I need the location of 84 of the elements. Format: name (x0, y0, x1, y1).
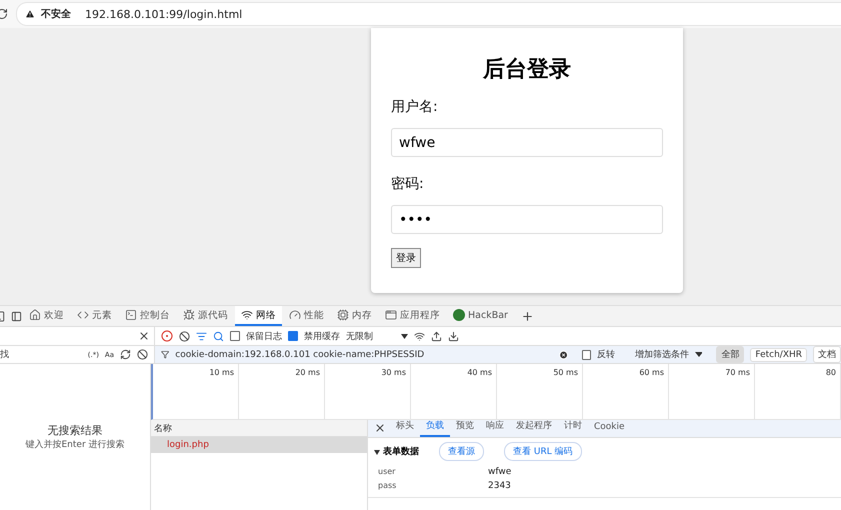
gauge-icon (289, 309, 301, 321)
wifi-settings-icon[interactable] (414, 330, 425, 342)
timeline-tick: 50 ms (553, 368, 578, 377)
timeline-tick: 30 ms (381, 368, 406, 377)
detail-tab[interactable]: 发起程序 (510, 416, 558, 437)
devtools-tab[interactable]: 网络 (235, 306, 282, 326)
caret-icon[interactable] (695, 352, 702, 357)
view-button[interactable]: 查看源 (439, 442, 484, 461)
view-button[interactable]: 查看 URL 编码 (504, 442, 582, 461)
type-filter-chip[interactable]: 文档 (813, 346, 841, 363)
add-icon[interactable] (520, 310, 534, 322)
checkbox[interactable] (288, 331, 298, 341)
checkbox[interactable] (582, 350, 592, 360)
record-icon[interactable] (161, 330, 173, 342)
column-header: 名称 (154, 422, 172, 434)
code-icon (77, 309, 89, 321)
login-title: 后台登录 (483, 56, 571, 84)
home-icon (29, 309, 41, 321)
detail-tab[interactable]: 负载 (420, 416, 450, 437)
timeline-tick: 80 (826, 368, 836, 377)
devtools-tab[interactable]: 欢迎 (23, 306, 70, 326)
filter-field[interactable]: cookie-domain:192.168.0.101 cookie-name:PHPSESSID (175, 350, 553, 360)
clear-icon[interactable] (179, 330, 190, 342)
detail-tab[interactable]: Cookie (588, 419, 631, 437)
checkbox-label: 禁用缓存 (304, 330, 340, 342)
detail-tab[interactable]: 响应 (480, 416, 510, 437)
type-filter-chip[interactable]: Fetch/XHR (750, 348, 808, 362)
refresh-icon[interactable] (120, 349, 131, 360)
filter-icon (161, 350, 170, 359)
login-button[interactable]: 登录 (391, 248, 421, 268)
upload-icon[interactable] (431, 330, 442, 342)
form-key: pass (378, 481, 488, 491)
devtools-tab[interactable]: 源代码 (177, 306, 234, 326)
detail-tab[interactable]: 计时 (558, 416, 588, 437)
checkbox[interactable] (230, 331, 240, 341)
form-value: wfwe (488, 467, 512, 477)
checkbox-label: 反转 (597, 348, 616, 361)
form-key: user (378, 467, 488, 477)
detail-tab[interactable]: 预览 (450, 416, 480, 437)
throttling-select[interactable]: 无限制 (346, 330, 373, 342)
search-icon[interactable] (213, 330, 224, 342)
url-text: 192.168.0.101:99/login.html (85, 8, 242, 20)
field-label: 用户名: (391, 98, 439, 116)
devtools-tab[interactable]: 元素 (71, 306, 118, 326)
timeline-tick: 10 ms (209, 368, 234, 377)
close-icon[interactable] (374, 422, 386, 434)
empty-title: 无搜索结果 (48, 423, 102, 438)
caret-icon[interactable] (401, 334, 408, 338)
caret-icon (374, 448, 380, 454)
devtools-tab[interactable]: HackBar (447, 306, 514, 326)
clear-filter-icon[interactable] (558, 350, 568, 360)
security-label: 不安全 (41, 7, 71, 21)
devtools-tab[interactable]: 控制台 (119, 306, 176, 326)
chip-icon (337, 309, 349, 321)
checkbox-label: 保留日志 (246, 330, 282, 342)
input-field[interactable]: •••• (391, 205, 663, 234)
circle-logo-icon (453, 309, 465, 321)
form-value: 2343 (488, 481, 511, 491)
clear-icon[interactable] (137, 349, 148, 360)
filter-icon[interactable] (196, 330, 207, 342)
timeline-tick: 40 ms (467, 368, 492, 377)
input-field[interactable]: wfwe (391, 128, 663, 157)
more-filters-dropdown[interactable]: 增加筛选条件 (635, 348, 690, 361)
download-icon[interactable] (448, 330, 459, 342)
empty-hint: 键入并按Enter 进行搜索 (25, 438, 125, 451)
section-toggle[interactable]: 表单数据 (374, 445, 419, 458)
terminal-icon (125, 309, 137, 321)
timeline-tick: 20 ms (295, 368, 320, 377)
request-row[interactable]: login.php (151, 437, 367, 453)
address-bar[interactable]: 不安全 192.168.0.101:99/login.html (16, 2, 841, 26)
detail-tab[interactable]: 标头 (390, 416, 420, 437)
devtools-tab[interactable]: 性能 (283, 306, 330, 326)
bug-icon (183, 309, 195, 321)
devtools-tab[interactable]: 内存 (331, 306, 378, 326)
panel-icon[interactable] (11, 310, 22, 322)
warning-icon (25, 9, 35, 19)
type-filter-chip[interactable]: 全部 (716, 346, 744, 363)
timeline-tick: 70 ms (725, 368, 750, 377)
timeline-tick: 60 ms (639, 368, 664, 377)
close-icon[interactable] (138, 330, 150, 342)
window-icon (385, 309, 397, 321)
field-label: 密码: (391, 175, 425, 193)
search-field[interactable]: 找 (0, 348, 82, 361)
devtools-tab[interactable]: 应用程序 (379, 306, 446, 326)
